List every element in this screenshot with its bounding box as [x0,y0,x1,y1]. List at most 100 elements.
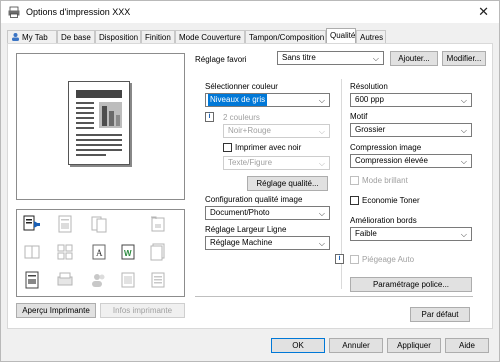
tab-finition[interactable]: Finition [141,30,175,43]
page-stack-icon [150,243,165,261]
pattern-label: Motif [350,112,368,121]
help-button[interactable]: Aide [445,338,489,353]
resolution-label: Résolution [350,82,388,91]
modify-favorite-button[interactable]: Modifier... [442,51,486,66]
page-preview-thumbnail [68,81,130,165]
two-colors-label: 2 couleurs [223,113,260,122]
color-value: Niveaux de gris [208,94,268,106]
print-black-value: Texte/Figure [228,158,273,167]
multi-page-icon [23,215,40,231]
image-quality-label: Configuration qualité image [205,195,303,204]
print-black-select[interactable]: Texte/Figure ⌵ [223,156,330,170]
tab-label: Mode Couverture [179,33,241,42]
font-icon: A [92,244,106,260]
info-icon[interactable]: i [205,112,214,122]
apply-button[interactable]: Appliquer [387,338,441,353]
chevron-down-icon: ⌵ [460,126,467,135]
tray-icon [57,272,73,286]
compression-select[interactable]: Compression élevée ⌵ [350,154,472,168]
tab-label: Finition [145,33,171,42]
compression-value: Compression élevée [355,156,428,165]
toner-save-checkbox[interactable] [350,196,359,205]
color-label: Sélectionner couleur [205,82,278,91]
tab-label: Disposition [99,33,139,42]
print-black-label: Imprimer avec noir [235,143,302,152]
edge-enhance-label: Amélioration bords [350,216,417,225]
color-select[interactable]: Niveaux de gris ⌵ [205,93,330,107]
booklet-icon [24,245,40,259]
chevron-down-icon: ⌵ [460,230,467,239]
tab-my-tab[interactable]: My Tab [7,30,57,43]
close-icon[interactable]: ✕ [478,4,489,20]
tab-de-base[interactable]: De base [57,30,95,43]
tab-autres[interactable]: Autres [356,30,386,43]
watermark-icon: W [121,244,135,260]
svg-text:A: A [96,248,103,258]
image-quality-value: Document/Photo [210,208,270,217]
font-settings-button[interactable]: Paramétrage police... [350,277,472,292]
tab-disposition[interactable]: Disposition [95,30,141,43]
tab-label: My Tab [22,33,48,42]
line-width-label: Réglage Largeur Ligne [205,225,287,234]
printer-icon [8,6,20,18]
layout-icon [58,215,72,233]
users-icon [92,274,105,287]
tab-label: De base [61,33,91,42]
pattern-value: Grossier [355,125,386,134]
cancel-button[interactable]: Annuler [329,338,383,353]
chevron-down-icon: ⌵ [460,157,467,166]
tab-tampon-composition[interactable]: Tampon/Composition [245,30,326,43]
tab-label: Qualité [330,31,356,40]
edge-enhance-value: Faible [355,229,377,238]
glossy-checkbox[interactable] [350,176,359,185]
favorite-select[interactable]: Sans titre ⌵ [277,51,384,65]
two-colors-value: Noir+Rouge [228,126,271,135]
window-title: Options d'impression XXX [26,7,131,17]
tab-qualite[interactable]: Qualité [326,28,356,44]
chevron-down-icon: ⌵ [318,96,325,105]
document-box-icon [121,272,135,288]
chevron-down-icon: ⌵ [318,209,325,218]
resolution-value: 600 ppp [355,95,384,104]
document-preview-icon [76,90,122,156]
separator [195,296,473,297]
quality-settings-button[interactable]: Réglage qualité... [247,176,328,191]
chevron-down-icon: ⌵ [372,54,379,63]
default-button[interactable]: Par défaut [410,307,470,322]
trap-checkbox[interactable] [350,255,359,264]
compression-label: Compression image [350,143,422,152]
favorite-label: Réglage favori [195,55,247,64]
title-bar: Options d'impression XXX ✕ [1,1,499,23]
two-colors-select[interactable]: Noir+Rouge ⌵ [223,124,330,138]
n-up-icon [57,244,73,260]
info-icon[interactable]: i [335,254,344,264]
pattern-select[interactable]: Grossier ⌵ [350,123,472,137]
resolution-select[interactable]: 600 ppp ⌵ [350,93,472,107]
favorite-value: Sans titre [282,53,316,62]
printer-info-button[interactable]: Infos imprimante [100,303,185,318]
trap-label: Piégeage Auto [362,255,415,264]
staple-icon [151,216,165,232]
tab-label: Tampon/Composition [249,33,325,42]
preview-printer-button[interactable]: Aperçu Imprimante [16,303,96,318]
chevron-down-icon: ⌵ [460,96,467,105]
user-icon [12,33,19,41]
tab-label: Autres [360,33,384,42]
toner-save-label: Economie Toner [362,196,420,205]
tab-mode-couverture[interactable]: Mode Couverture [175,30,245,43]
line-width-value: Réglage Machine [210,238,273,247]
chevron-down-icon: ⌵ [318,159,325,168]
svg-text:W: W [124,249,132,258]
printer-queue-icon [151,272,165,288]
print-options-window: Options d'impression XXX ✕ My Tab De bas… [0,0,500,362]
line-width-select[interactable]: Réglage Machine ⌵ [205,236,330,250]
chevron-down-icon: ⌵ [318,127,325,136]
ok-button[interactable]: OK [271,338,325,353]
print-black-checkbox[interactable] [223,143,232,152]
duplex-icon [91,216,107,233]
chevron-down-icon: ⌵ [318,239,325,248]
add-favorite-button[interactable]: Ajouter... [390,51,438,66]
edge-enhance-select[interactable]: Faible ⌵ [350,227,472,241]
image-quality-select[interactable]: Document/Photo ⌵ [205,206,330,220]
glossy-label: Mode brillant [362,176,408,185]
